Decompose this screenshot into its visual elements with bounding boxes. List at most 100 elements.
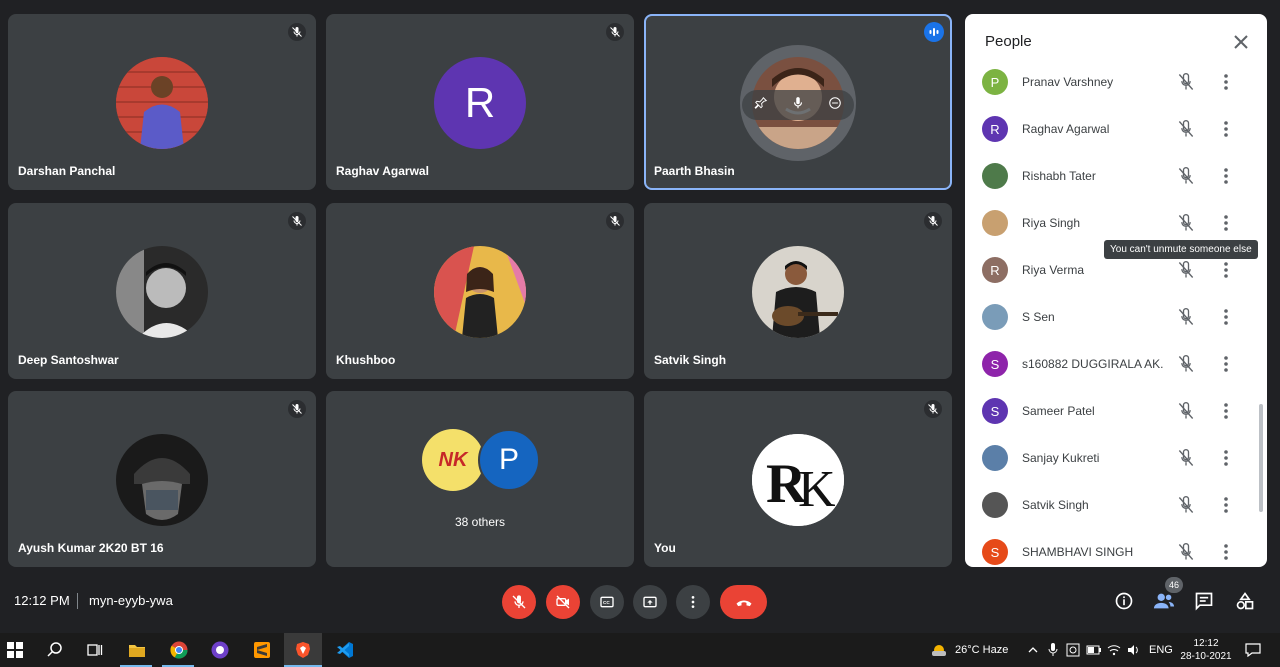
more-vert-icon[interactable] — [1218, 119, 1234, 139]
participant-name: Paarth Bhasin — [654, 164, 735, 178]
weather-text[interactable]: 26°C Haze — [955, 633, 1008, 667]
self-tile[interactable]: RK You — [644, 391, 952, 567]
participant-tile[interactable]: Ayush Kumar 2K20 BT 16 — [8, 391, 316, 567]
chevron-up-icon[interactable] — [1022, 639, 1044, 661]
mic-off-icon[interactable] — [1176, 354, 1196, 374]
mic-off-icon[interactable] — [1176, 72, 1196, 92]
more-vert-icon[interactable] — [1218, 354, 1234, 374]
participant-row[interactable]: Sanjay Kukreti — [965, 434, 1267, 481]
participant-tile[interactable]: Satvik Singh — [644, 203, 952, 379]
github-desktop-icon[interactable] — [209, 639, 231, 661]
more-vert-icon[interactable] — [1218, 166, 1234, 186]
brave-browser-icon[interactable] — [292, 639, 314, 661]
participant-row[interactable]: Rishabh Tater — [965, 152, 1267, 199]
mic-off-icon[interactable] — [791, 96, 805, 115]
participant-tile[interactable]: Khushboo — [326, 203, 634, 379]
leave-call-button[interactable] — [720, 585, 767, 619]
participant-avatar: S — [982, 351, 1008, 377]
participant-row[interactable]: S Sen — [965, 293, 1267, 340]
system-time: 12:12 — [1193, 638, 1219, 649]
participant-name: You — [654, 541, 676, 555]
meeting-details-button[interactable] — [1113, 590, 1135, 612]
mic-off-icon[interactable] — [1176, 448, 1196, 468]
participant-name: Raghav Agarwal — [336, 164, 429, 178]
battery-icon[interactable] — [1083, 639, 1105, 661]
mic-off-icon[interactable] — [1176, 119, 1196, 139]
people-icon — [1153, 593, 1175, 609]
language-indicator[interactable]: ENG — [1149, 633, 1173, 667]
participant-name: Rishabh Tater — [1022, 169, 1096, 183]
windows-start-icon[interactable] — [4, 639, 26, 661]
more-vert-icon[interactable] — [1218, 213, 1234, 233]
info-icon — [1115, 592, 1133, 610]
panel-title: People — [985, 33, 1032, 50]
more-options-button[interactable] — [676, 585, 710, 619]
participant-tile[interactable]: Deep Santoshwar — [8, 203, 316, 379]
mic-off-icon[interactable] — [1176, 213, 1196, 233]
participant-row[interactable]: R Raghav Agarwal — [965, 105, 1267, 152]
activities-button[interactable] — [1234, 590, 1256, 612]
participant-row[interactable]: Riya Singh — [965, 199, 1267, 246]
system-clock[interactable]: 12:12 28-10-2021 — [1178, 637, 1234, 663]
avatar-letter: S — [990, 544, 1000, 560]
chrome-icon[interactable] — [168, 639, 190, 661]
participant-row[interactable]: P Pranav Varshney — [965, 58, 1267, 105]
scrollbar[interactable] — [1259, 404, 1263, 512]
participant-name: Darshan Panchal — [18, 164, 116, 178]
chat-button[interactable] — [1193, 590, 1215, 612]
more-vert-icon[interactable] — [1218, 495, 1234, 515]
more-vert-icon[interactable] — [1218, 448, 1234, 468]
participant-row[interactable]: Satvik Singh — [965, 481, 1267, 528]
participant-avatar: S — [982, 398, 1008, 424]
participant-name: S Sen — [1022, 310, 1055, 324]
participant-tile[interactable]: R Raghav Agarwal — [326, 14, 634, 190]
windows-taskbar: 26°C Haze ENG 12:12 28-10-2021 — [0, 633, 1280, 667]
participant-name: Riya Singh — [1022, 216, 1081, 230]
camera-toggle-button[interactable] — [546, 585, 580, 619]
participant-tile[interactable]: Darshan Panchal — [8, 14, 316, 190]
file-explorer-icon[interactable] — [126, 639, 148, 661]
avatar-letter: R — [990, 121, 1000, 137]
participant-row[interactable]: S SHAMBHAVI SINGH — [965, 528, 1267, 567]
mic-off-icon[interactable] — [1176, 166, 1196, 186]
mic-off-icon[interactable] — [1176, 495, 1196, 515]
present-button[interactable] — [633, 585, 667, 619]
mic-off-icon[interactable] — [1176, 260, 1196, 280]
weather-icon[interactable] — [928, 639, 950, 661]
search-icon[interactable] — [44, 639, 66, 661]
captions-button[interactable]: CC — [590, 585, 624, 619]
notifications-icon[interactable] — [1242, 639, 1264, 661]
system-date: 28-10-2021 — [1180, 651, 1232, 662]
more-vert-icon[interactable] — [1218, 260, 1234, 280]
more-vert-icon[interactable] — [1218, 401, 1234, 421]
vscode-icon[interactable] — [334, 639, 356, 661]
mic-off-icon[interactable] — [1176, 401, 1196, 421]
mic-off-icon — [288, 212, 306, 230]
sublime-text-icon[interactable] — [251, 639, 273, 661]
close-icon[interactable] — [1231, 32, 1251, 52]
more-vert-icon[interactable] — [1218, 542, 1234, 562]
tile-hover-controls — [742, 90, 854, 120]
participant-name: Satvik Singh — [1022, 498, 1089, 512]
more-vert-icon[interactable] — [1218, 72, 1234, 92]
security-tray-icon[interactable] — [1062, 639, 1084, 661]
volume-icon[interactable] — [1123, 639, 1145, 661]
others-tile[interactable]: NK P 38 others — [326, 391, 634, 567]
task-view-icon[interactable] — [84, 639, 106, 661]
microphone-tray-icon[interactable] — [1042, 639, 1064, 661]
mic-toggle-button[interactable] — [502, 585, 536, 619]
participant-row[interactable]: S Sameer Patel — [965, 387, 1267, 434]
pin-icon[interactable] — [754, 96, 768, 115]
others-avatar: P — [478, 429, 540, 491]
captions-icon: CC — [600, 596, 614, 608]
people-button[interactable] — [1153, 590, 1175, 612]
wifi-icon[interactable] — [1103, 639, 1125, 661]
participant-tile-active-speaker[interactable]: Paarth Bhasin — [644, 14, 952, 190]
others-avatar: NK — [422, 429, 484, 491]
participant-row[interactable]: Ss160882 DUGGIRALA AK... — [965, 340, 1267, 387]
remove-icon[interactable] — [828, 96, 842, 115]
mic-off-icon[interactable] — [1176, 307, 1196, 327]
more-vert-icon[interactable] — [1218, 307, 1234, 327]
mic-off-icon[interactable] — [1176, 542, 1196, 562]
speaking-indicator-icon — [924, 22, 944, 42]
